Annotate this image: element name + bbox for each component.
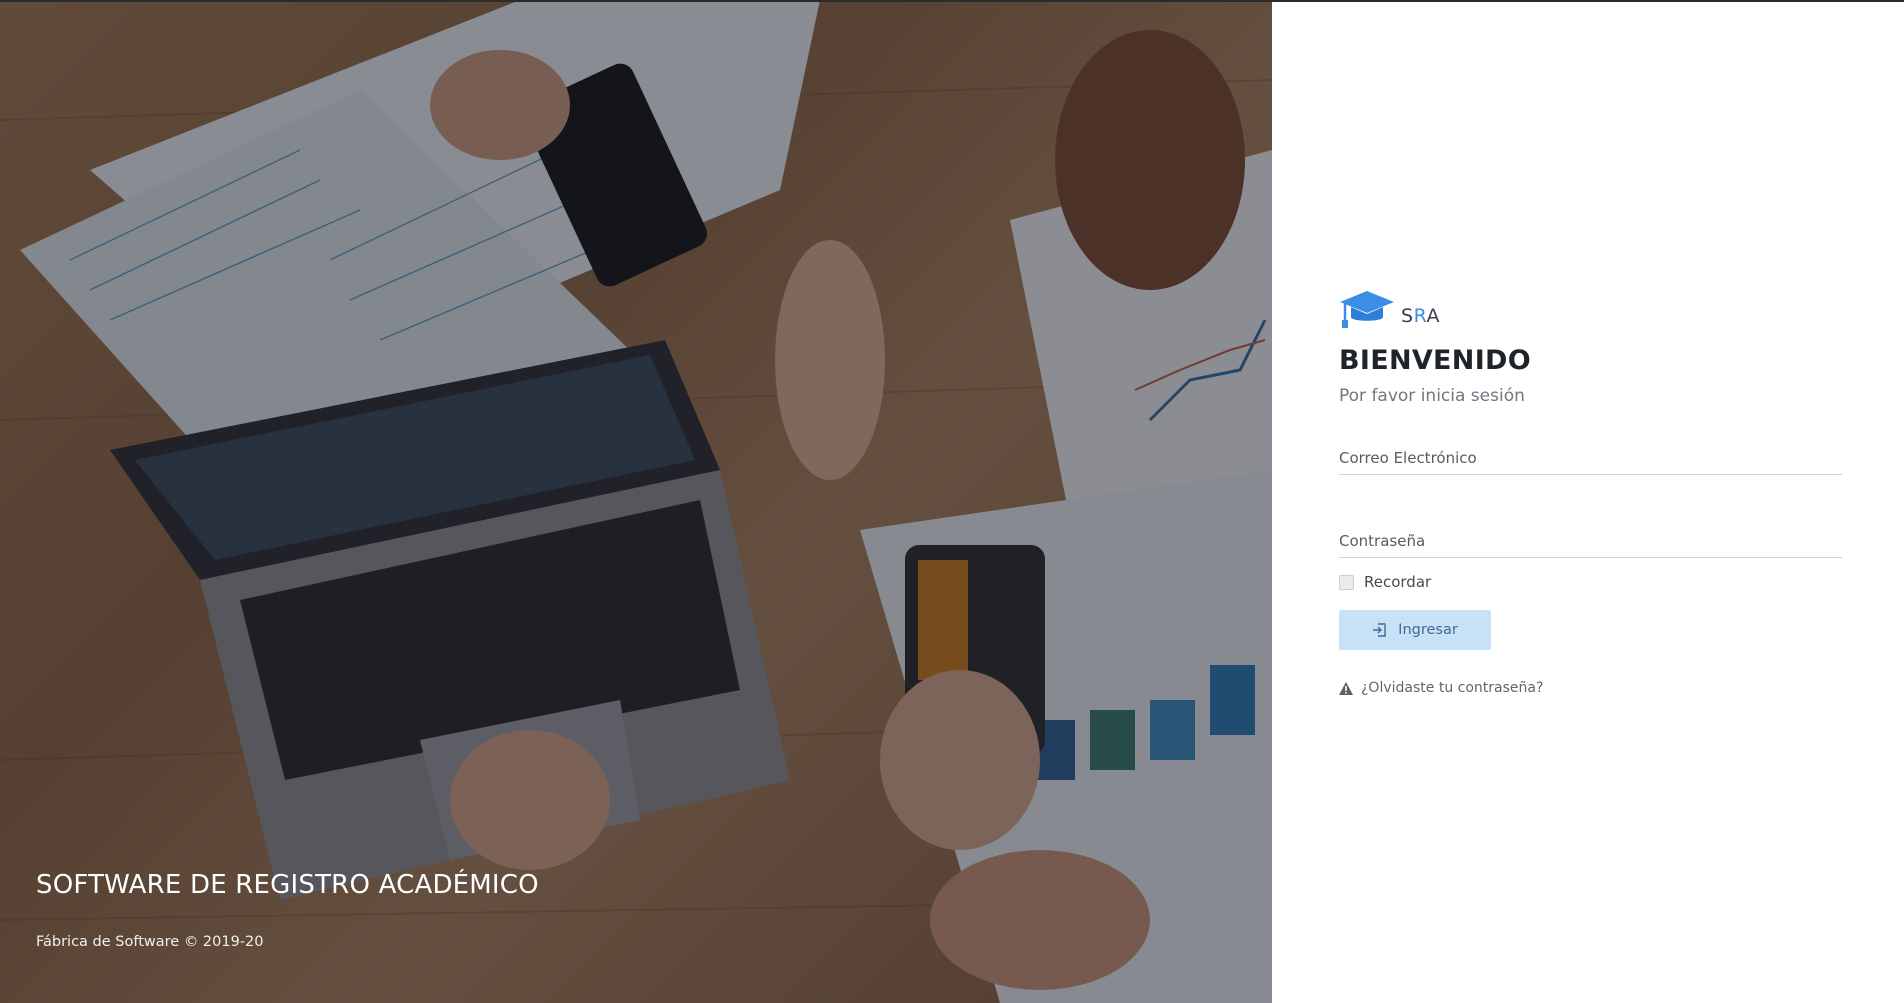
hero-panel: SOFTWARE DE REGISTRO ACADÉMICO Fábrica d…: [0, 0, 1272, 1003]
hero-title: SOFTWARE DE REGISTRO ACADÉMICO: [36, 870, 539, 900]
brand-name-accent: R: [1413, 305, 1427, 327]
password-input[interactable]: [1339, 532, 1842, 550]
hero-footer: Fábrica de Software © 2019-20: [36, 934, 264, 950]
sign-in-icon: [1373, 623, 1386, 637]
forgot-password-link[interactable]: ¿Olvidaste tu contraseña?: [1361, 680, 1543, 696]
login-subtitle: Por favor inicia sesión: [1339, 386, 1525, 406]
brand-name: SRA: [1401, 305, 1440, 327]
remember-checkbox[interactable]: [1339, 574, 1354, 590]
remember-label[interactable]: Recordar: [1364, 573, 1431, 591]
graduation-cap-icon: [1340, 291, 1394, 328]
remember-row: Recordar: [1339, 573, 1842, 591]
email-input[interactable]: [1339, 449, 1842, 467]
brand-logo: SRA: [1339, 285, 1842, 329]
login-button-label: Ingresar: [1398, 622, 1458, 638]
hero-overlay: [0, 0, 1272, 1003]
login-button[interactable]: Ingresar: [1339, 610, 1491, 650]
top-border: [0, 0, 1904, 2]
password-field: [1339, 531, 1842, 558]
email-field: [1339, 448, 1842, 475]
login-panel: SRA BIENVENIDO Por favor inicia sesión R…: [1339, 285, 1842, 696]
brand-name-suffix: A: [1426, 305, 1440, 327]
welcome-heading: BIENVENIDO: [1339, 345, 1532, 376]
forgot-password-row: ¿Olvidaste tu contraseña?: [1339, 680, 1842, 696]
warning-icon: [1339, 681, 1353, 695]
brand-name-prefix: S: [1401, 305, 1414, 327]
